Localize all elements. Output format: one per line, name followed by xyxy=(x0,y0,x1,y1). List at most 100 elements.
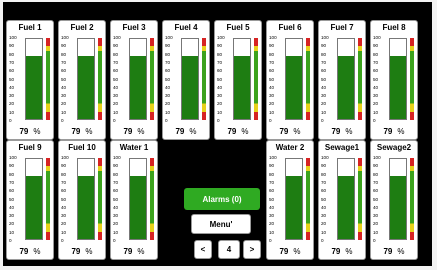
next-page-button[interactable]: > xyxy=(243,240,261,259)
scale-tick-label: 60 xyxy=(9,188,15,194)
menu-button[interactable]: Menu' xyxy=(191,214,251,234)
tank-name: Sewage2 xyxy=(376,143,412,152)
scale-tick-label: 20 xyxy=(9,221,15,227)
scale-tick-label: 90 xyxy=(373,163,379,169)
level-readout: 79% xyxy=(319,247,365,256)
scale-tick-label: 100 xyxy=(269,155,277,160)
level-unit: % xyxy=(85,247,93,256)
tank-gauge[interactable]: Water 2 100 90 80 70 60 50 40 30 20 10 0 79% xyxy=(266,140,314,260)
level-readout: 79% xyxy=(267,247,313,256)
scale-tick-label: 80 xyxy=(373,51,379,57)
tank-gauge[interactable]: Fuel 4 100 90 80 70 60 50 40 30 20 10 0 79% xyxy=(162,20,210,140)
level-readout: 79% xyxy=(163,127,209,136)
level-scale: 100 90 80 70 60 50 40 30 20 10 0 xyxy=(321,35,333,123)
level-scale: 100 90 80 70 60 50 40 30 20 10 0 xyxy=(113,35,125,123)
scale-tick-label: 20 xyxy=(113,101,119,107)
tank-gauge[interactable]: Fuel 7 100 90 80 70 60 50 40 30 20 10 0 79% xyxy=(318,20,366,140)
level-scale: 100 90 80 70 60 50 40 30 20 10 0 xyxy=(321,155,333,243)
level-value: 79 xyxy=(279,127,289,136)
tank-gauge[interactable]: Sewage2 100 90 80 70 60 50 40 30 20 10 0 79% xyxy=(370,140,418,260)
scale-tick-label: 70 xyxy=(269,59,275,65)
scale-tick-label: 80 xyxy=(217,51,223,57)
level-unit: % xyxy=(33,247,41,256)
tank-name: Sewage1 xyxy=(324,143,360,152)
tank-gauge[interactable]: Sewage1 100 90 80 70 60 50 40 30 20 10 0 79% xyxy=(318,140,366,260)
scale-tick-label: 40 xyxy=(321,84,327,90)
scale-tick-label: 80 xyxy=(9,51,15,57)
page-number: 4 xyxy=(218,240,240,259)
scale-tick-label: 30 xyxy=(9,93,15,99)
scale-tick-label: 40 xyxy=(373,84,379,90)
alarm-threshold-strip xyxy=(358,38,362,120)
level-bar xyxy=(77,38,95,120)
level-bar-fill xyxy=(390,175,406,239)
alarm-threshold-strip xyxy=(98,38,102,120)
scale-tick-label: 100 xyxy=(269,35,277,40)
scale-tick-label: 100 xyxy=(61,35,69,40)
level-value: 79 xyxy=(123,127,133,136)
level-value: 79 xyxy=(279,247,289,256)
scale-tick-label: 100 xyxy=(373,155,381,160)
scale-tick-label: 50 xyxy=(269,76,275,82)
tank-gauge[interactable]: Fuel 9 100 90 80 70 60 50 40 30 20 10 0 79% xyxy=(6,140,54,260)
scale-tick-label: 70 xyxy=(269,179,275,185)
scale-tick-label: 40 xyxy=(61,84,67,90)
level-unit: % xyxy=(397,247,405,256)
level-unit: % xyxy=(85,127,93,136)
scale-tick-label: 50 xyxy=(113,76,119,82)
scale-tick-label: 50 xyxy=(217,76,223,82)
level-bar-fill xyxy=(286,175,302,239)
scale-tick-label: 100 xyxy=(373,35,381,40)
scale-tick-label: 20 xyxy=(165,101,171,107)
scale-tick-label: 100 xyxy=(113,35,121,40)
alarm-threshold-strip xyxy=(410,38,414,120)
level-bar xyxy=(25,158,43,240)
level-value: 79 xyxy=(331,127,341,136)
tank-name: Water 2 xyxy=(275,143,305,152)
scale-tick-label: 10 xyxy=(165,109,171,115)
alarm-threshold-strip xyxy=(46,38,50,120)
scale-tick-label: 90 xyxy=(61,43,67,49)
scale-tick-label: 0 xyxy=(9,238,12,243)
level-unit: % xyxy=(241,127,249,136)
previous-page-button[interactable]: < xyxy=(194,240,212,259)
scale-tick-label: 40 xyxy=(113,204,119,210)
alarms-button[interactable]: Alarms (0) xyxy=(184,188,260,210)
tank-gauge[interactable]: Fuel 1 100 90 80 70 60 50 40 30 20 10 0 79% xyxy=(6,20,54,140)
level-unit: % xyxy=(137,247,145,256)
scale-tick-label: 90 xyxy=(9,43,15,49)
scale-tick-label: 20 xyxy=(321,101,327,107)
scale-tick-label: 50 xyxy=(113,196,119,202)
level-bar-fill xyxy=(286,55,302,119)
scale-tick-label: 60 xyxy=(61,188,67,194)
scale-tick-label: 60 xyxy=(165,68,171,74)
tank-gauge[interactable]: Fuel 2 100 90 80 70 60 50 40 30 20 10 0 79% xyxy=(58,20,106,140)
alarm-threshold-strip xyxy=(410,158,414,240)
level-scale: 100 90 80 70 60 50 40 30 20 10 0 xyxy=(269,155,281,243)
level-bar-fill xyxy=(78,175,94,239)
scale-tick-label: 20 xyxy=(373,101,379,107)
tank-gauge[interactable]: Fuel 8 100 90 80 70 60 50 40 30 20 10 0 79% xyxy=(370,20,418,140)
tank-gauge[interactable]: Water 1 100 90 80 70 60 50 40 30 20 10 0 79% xyxy=(110,140,158,260)
tank-gauge[interactable]: Fuel 10 100 90 80 70 60 50 40 30 20 10 0 79% xyxy=(58,140,106,260)
scale-tick-label: 70 xyxy=(321,179,327,185)
scale-tick-label: 20 xyxy=(269,221,275,227)
level-bar xyxy=(25,38,43,120)
scale-tick-label: 60 xyxy=(321,68,327,74)
level-unit: % xyxy=(345,127,353,136)
scale-tick-label: 60 xyxy=(61,68,67,74)
tank-gauge[interactable]: Fuel 5 100 90 80 70 60 50 40 30 20 10 0 79% xyxy=(214,20,262,140)
scale-tick-label: 100 xyxy=(165,35,173,40)
level-bar-fill xyxy=(26,55,42,119)
level-value: 79 xyxy=(227,127,237,136)
scale-tick-label: 10 xyxy=(113,229,119,235)
scale-tick-label: 0 xyxy=(373,238,376,243)
scale-tick-label: 30 xyxy=(9,213,15,219)
tank-gauge[interactable]: Fuel 3 100 90 80 70 60 50 40 30 20 10 0 79% xyxy=(110,20,158,140)
tank-name: Fuel 5 xyxy=(226,23,250,32)
scale-tick-label: 0 xyxy=(321,118,324,123)
tank-name: Fuel 10 xyxy=(68,143,96,152)
scale-tick-label: 70 xyxy=(9,179,15,185)
tank-gauge[interactable]: Fuel 6 100 90 80 70 60 50 40 30 20 10 0 79% xyxy=(266,20,314,140)
scale-tick-label: 100 xyxy=(61,155,69,160)
